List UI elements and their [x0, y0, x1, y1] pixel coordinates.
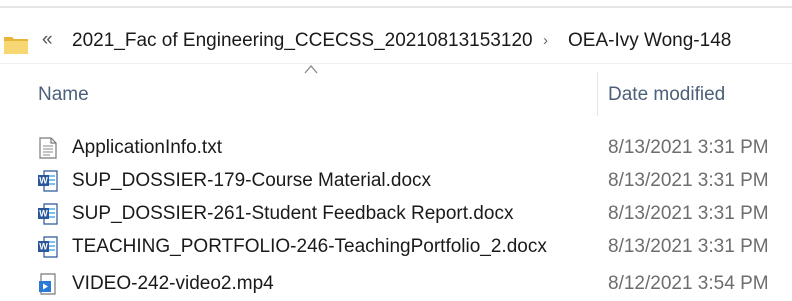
file-date-modified: 8/13/2021 3:31 PM: [608, 236, 769, 257]
svg-text:W: W: [39, 242, 48, 252]
address-bar[interactable]: « 2021_Fac of Engineering_CCECSS_2021081…: [0, 24, 792, 62]
file-row[interactable]: W SUP_DOSSIER-261-Student Feedback Repor…: [0, 198, 792, 231]
file-name[interactable]: TEACHING_PORTFOLIO-246-TeachingPortfolio…: [72, 236, 547, 258]
file-name[interactable]: SUP_DOSSIER-179-Course Material.docx: [72, 170, 431, 192]
text-file-icon: [39, 137, 57, 159]
file-date-modified: 8/13/2021 3:31 PM: [608, 203, 769, 224]
sort-ascending-icon: [304, 65, 318, 74]
file-date-modified: 8/13/2021 3:31 PM: [608, 137, 769, 158]
word-document-icon: W: [38, 236, 58, 258]
file-date-modified: 8/13/2021 3:31 PM: [608, 170, 769, 191]
breadcrumb-item-parent[interactable]: 2021_Fac of Engineering_CCECSS_202108131…: [72, 30, 533, 52]
video-file-icon: [39, 273, 56, 295]
word-document-icon: W: [38, 203, 58, 225]
word-document-icon: W: [38, 170, 58, 192]
folder-icon: [4, 37, 28, 54]
file-row[interactable]: VIDEO-242-video2.mp4 8/12/2021 3:54 PM: [0, 268, 792, 301]
breadcrumb-chevron-icon[interactable]: ›: [543, 32, 548, 49]
column-header-date-modified[interactable]: Date modified: [608, 84, 725, 106]
column-divider[interactable]: [597, 72, 598, 116]
file-name[interactable]: VIDEO-242-video2.mp4: [72, 273, 274, 295]
breadcrumb-overflow-button[interactable]: «: [42, 29, 53, 51]
svg-text:W: W: [39, 209, 48, 219]
window-top-border: [0, 6, 792, 8]
file-row[interactable]: ApplicationInfo.txt 8/13/2021 3:31 PM: [0, 132, 792, 165]
file-row[interactable]: W TEACHING_PORTFOLIO-246-TeachingPortfol…: [0, 231, 792, 264]
column-header-name[interactable]: Name: [38, 84, 89, 106]
file-row[interactable]: W SUP_DOSSIER-179-Course Material.docx 8…: [0, 165, 792, 198]
file-date-modified: 8/12/2021 3:54 PM: [608, 273, 769, 294]
file-name[interactable]: SUP_DOSSIER-261-Student Feedback Report.…: [72, 203, 513, 225]
svg-text:W: W: [39, 176, 48, 186]
breadcrumb-item-current[interactable]: OEA-Ivy Wong-148: [568, 30, 731, 52]
file-name[interactable]: ApplicationInfo.txt: [72, 137, 222, 159]
divider: [0, 63, 792, 64]
